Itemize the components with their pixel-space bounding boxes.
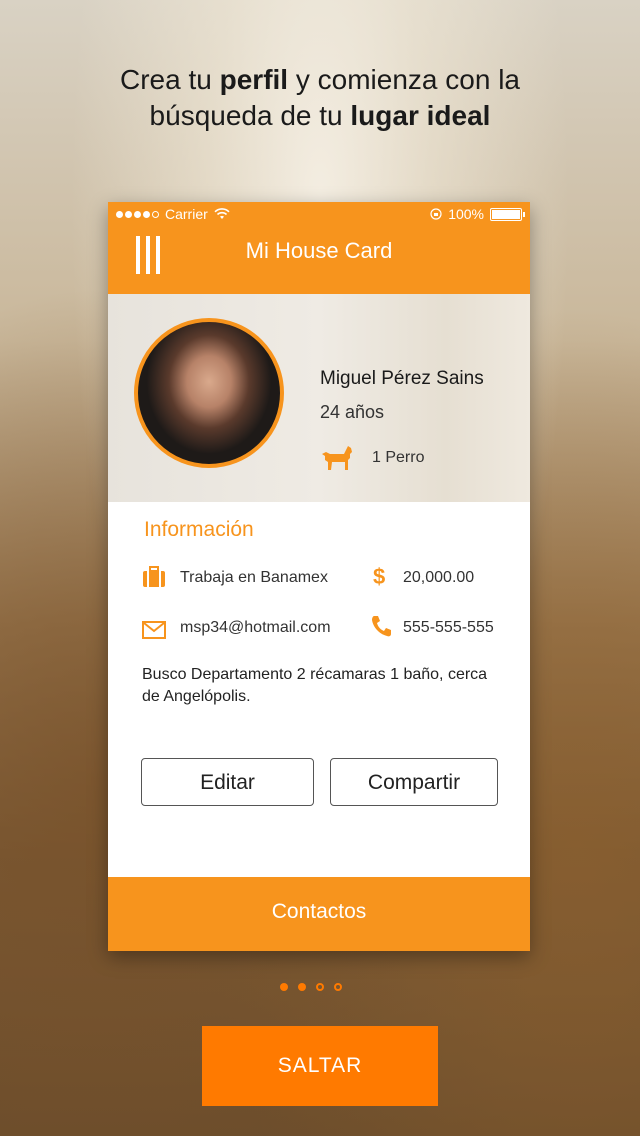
mail-icon bbox=[142, 621, 166, 639]
phone-icon bbox=[372, 616, 391, 637]
profile-age: 24 años bbox=[320, 402, 385, 422]
battery-icon bbox=[490, 207, 525, 221]
headline-text: Crea tu bbox=[120, 64, 220, 95]
skip-button[interactable]: SALTAR bbox=[202, 1026, 438, 1106]
dog-icon bbox=[322, 446, 352, 470]
svg-text:$: $ bbox=[373, 564, 385, 588]
rotation-lock-icon bbox=[430, 208, 442, 220]
dollar-icon: $ bbox=[373, 564, 385, 588]
edit-button[interactable]: Editar bbox=[141, 758, 314, 806]
salary-info: 20,000.00 bbox=[403, 569, 475, 586]
page-indicator[interactable] bbox=[280, 983, 342, 991]
phone-preview: Carrier 100% Mi House Card Miguel Pérez … bbox=[108, 202, 530, 951]
carrier-label: Carrier bbox=[165, 206, 208, 222]
info-section-title: Información bbox=[144, 518, 254, 541]
phone-info: 555-555-555 bbox=[403, 619, 494, 636]
battery-label: 100% bbox=[448, 206, 484, 222]
wifi-icon bbox=[214, 208, 230, 219]
headline-bold-text: perfil bbox=[219, 64, 289, 95]
status-bar: Carrier 100% bbox=[116, 206, 525, 224]
signal-icon bbox=[116, 210, 159, 218]
onboarding-headline: Crea tu perfil y comienza con la búsqued… bbox=[0, 62, 640, 134]
app-header: Carrier 100% Mi House Card bbox=[108, 202, 530, 294]
page-dot[interactable] bbox=[280, 983, 288, 991]
headline-text: búsqueda de tu bbox=[149, 100, 351, 131]
profile-card: Miguel Pérez Sains 24 años 1 Perro bbox=[108, 294, 530, 502]
app-title: Mi House Card bbox=[245, 238, 393, 263]
briefcase-icon bbox=[143, 566, 165, 587]
share-button[interactable]: Compartir bbox=[330, 758, 498, 806]
headline-text: y comienza con la bbox=[288, 64, 520, 95]
page-dot[interactable] bbox=[334, 983, 342, 991]
contacts-button[interactable]: Contactos bbox=[108, 877, 530, 951]
work-info: Trabaja en Banamex bbox=[180, 569, 328, 586]
profile-description: Busco Departamento 2 récamaras 1 baño, c… bbox=[142, 666, 488, 705]
page-dot[interactable] bbox=[316, 983, 324, 991]
profile-pet: 1 Perro bbox=[372, 449, 425, 466]
avatar[interactable] bbox=[134, 318, 284, 468]
email-info: msp34@hotmail.com bbox=[180, 619, 331, 636]
headline-bold-text: lugar ideal bbox=[350, 100, 491, 131]
profile-name: Miguel Pérez Sains bbox=[320, 368, 484, 389]
page-dot[interactable] bbox=[298, 983, 306, 991]
